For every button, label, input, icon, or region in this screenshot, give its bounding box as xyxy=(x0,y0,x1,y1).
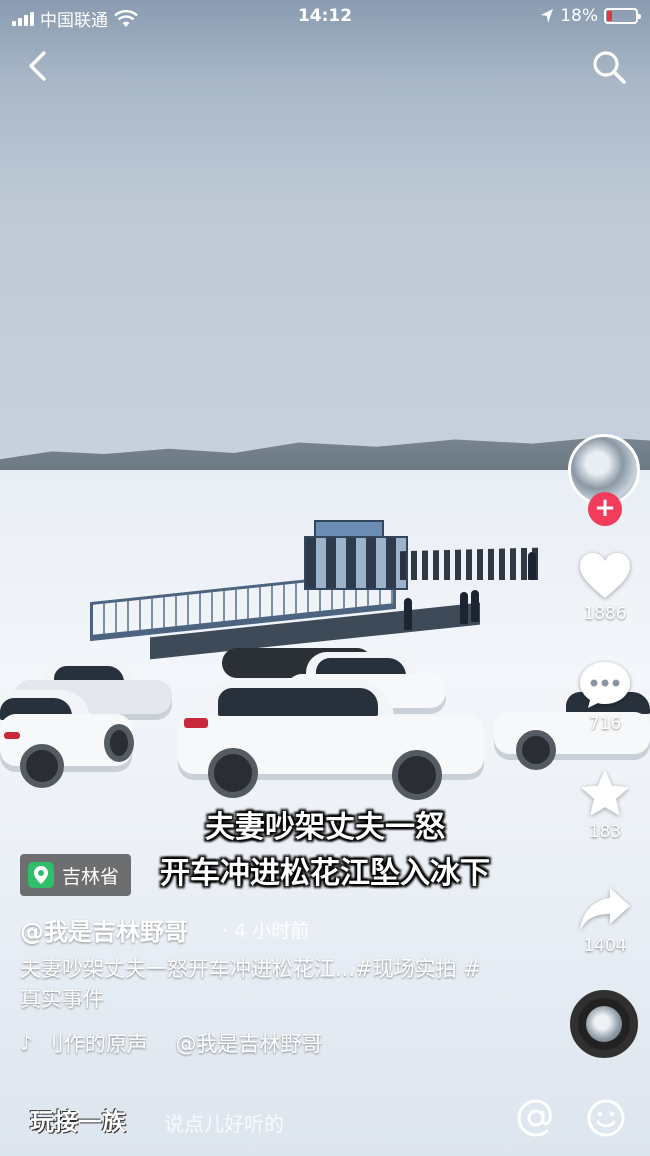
person xyxy=(460,592,468,624)
battery-percent: 18% xyxy=(560,6,598,26)
post-time: · 4 小时前 xyxy=(222,920,310,942)
at-icon[interactable] xyxy=(516,1098,556,1138)
ferry-cabin xyxy=(300,520,410,590)
comment-bar: 玩接一族 说点儿好听的 xyxy=(0,1080,650,1156)
sky xyxy=(0,0,650,460)
share-count: 1404 xyxy=(583,936,627,956)
follow-button[interactable]: + xyxy=(588,492,622,526)
music-title: 刂作的原声 @我是吉林野哥 xyxy=(42,1032,323,1056)
location-label: 吉林省 xyxy=(62,865,120,888)
video-description[interactable]: 夫妻吵架丈夫一怒开车冲进松花江...#现场实拍 #真实事件 xyxy=(20,954,500,1014)
author-name[interactable]: @我是吉林野哥 xyxy=(20,912,188,947)
plus-icon: + xyxy=(594,493,616,523)
location-tag[interactable]: 吉林省 xyxy=(20,854,132,896)
heart-icon xyxy=(580,553,630,598)
comment-button[interactable]: 716 xyxy=(566,660,644,734)
suv xyxy=(178,676,486,800)
ferry-deck xyxy=(60,569,480,660)
location-arrow-icon xyxy=(541,9,554,23)
music-info[interactable]: ♪ 刂作的原声 @我是吉林野哥 xyxy=(20,1028,322,1058)
caption-line-1: 夫妻吵架丈夫一怒 xyxy=(205,810,445,845)
status-bar: 中国联通 14:12 18% xyxy=(0,0,650,34)
comment-input[interactable]: 说点儿好听的 xyxy=(164,1108,284,1137)
like-count: 1886 xyxy=(583,604,627,624)
back-icon[interactable] xyxy=(20,48,56,84)
watermark: 玩接一族 xyxy=(30,1108,126,1136)
person xyxy=(471,590,479,622)
location-pin-icon xyxy=(28,862,54,888)
comment-count: 716 xyxy=(588,714,622,734)
search-icon[interactable] xyxy=(590,48,628,86)
person xyxy=(404,598,412,630)
person xyxy=(528,552,536,580)
like-button[interactable]: 1886 xyxy=(566,552,644,624)
music-note-icon: ♪ xyxy=(20,1031,33,1055)
car xyxy=(0,688,134,788)
music-disc[interactable] xyxy=(570,990,638,1058)
share-button[interactable]: 1404 xyxy=(566,886,644,956)
author-avatar[interactable]: + xyxy=(568,434,640,526)
share-icon xyxy=(580,888,630,930)
battery-icon xyxy=(604,8,641,24)
emoji-icon[interactable] xyxy=(586,1098,626,1138)
comment-icon xyxy=(580,662,630,708)
